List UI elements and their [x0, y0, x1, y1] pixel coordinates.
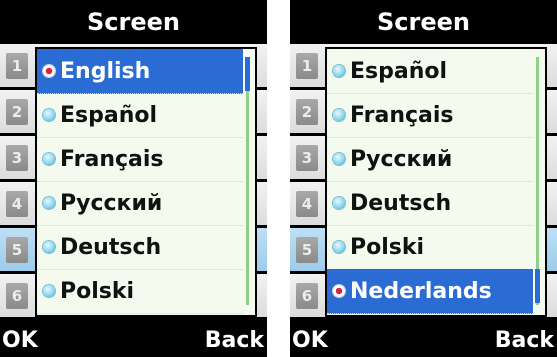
language-label: Deutsch: [350, 190, 452, 216]
language-label: Deutsch: [60, 234, 162, 260]
language-label: English: [60, 58, 151, 84]
row-number: 4: [296, 191, 318, 217]
radio-icon: [43, 241, 55, 253]
radio-icon: [43, 109, 55, 121]
screen-title: Screen: [377, 8, 470, 36]
language-label: Polski: [60, 278, 135, 304]
row-number: 3: [296, 145, 318, 171]
language-label: Русский: [60, 190, 163, 216]
scrollbar-thumb[interactable]: [535, 269, 540, 303]
language-label: Polski: [350, 234, 425, 260]
radio-icon: [43, 285, 55, 297]
language-label: Nederlands: [350, 278, 492, 304]
scrollbar[interactable]: [245, 57, 250, 305]
radio-icon: [333, 109, 345, 121]
phone-screen-right: Screen 1 2 3 4 5 6 Español Français Русс…: [290, 0, 557, 357]
language-label: Français: [60, 146, 164, 172]
row-number: 4: [6, 191, 28, 217]
row-number: 6: [6, 283, 28, 309]
language-label: Русский: [350, 146, 453, 172]
language-option[interactable]: Français: [327, 93, 533, 138]
row-number: 2: [6, 99, 28, 125]
back-softkey[interactable]: Back: [495, 328, 554, 353]
language-label: Español: [60, 102, 158, 128]
row-number: 5: [6, 237, 28, 263]
row-number: 2: [296, 99, 318, 125]
scrollbar[interactable]: [535, 57, 540, 305]
language-option[interactable]: Русский: [327, 137, 533, 182]
language-option[interactable]: Español: [327, 49, 533, 94]
language-option[interactable]: Nederlands: [327, 269, 533, 314]
softkey-bar: OK Back: [0, 323, 267, 357]
language-option[interactable]: Français: [37, 137, 243, 182]
scrollbar-thumb[interactable]: [245, 57, 250, 91]
phone-screen-left: Screen 1 2 3 4 5 6 English Español Franç…: [0, 0, 267, 357]
radio-icon: [333, 197, 345, 209]
language-option[interactable]: Deutsch: [327, 181, 533, 226]
language-option[interactable]: Deutsch: [37, 225, 243, 270]
back-softkey[interactable]: Back: [205, 328, 264, 353]
radio-icon: [333, 241, 345, 253]
radio-icon: [43, 197, 55, 209]
radio-icon: [333, 153, 345, 165]
ok-softkey[interactable]: OK: [2, 328, 38, 353]
language-option[interactable]: Polski: [327, 225, 533, 270]
screen-title: Screen: [87, 8, 180, 36]
radio-icon: [43, 153, 55, 165]
language-label: Español: [350, 58, 448, 84]
row-number: 1: [296, 53, 318, 79]
radio-selected-icon: [43, 65, 55, 77]
language-option[interactable]: Español: [37, 93, 243, 138]
language-option[interactable]: Русский: [37, 181, 243, 226]
radio-selected-icon: [333, 285, 345, 297]
row-number: 1: [6, 53, 28, 79]
language-label: Français: [350, 102, 454, 128]
language-dropdown: English Español Français Русский Deutsch…: [35, 47, 257, 317]
row-number: 3: [6, 145, 28, 171]
row-number: 5: [296, 237, 318, 263]
language-option[interactable]: English: [37, 49, 243, 94]
row-number: 6: [296, 283, 318, 309]
radio-icon: [333, 65, 345, 77]
softkey-bar: OK Back: [290, 323, 557, 357]
language-dropdown: Español Français Русский Deutsch Polski …: [325, 47, 547, 317]
ok-softkey[interactable]: OK: [292, 328, 328, 353]
language-option[interactable]: Polski: [37, 269, 243, 314]
